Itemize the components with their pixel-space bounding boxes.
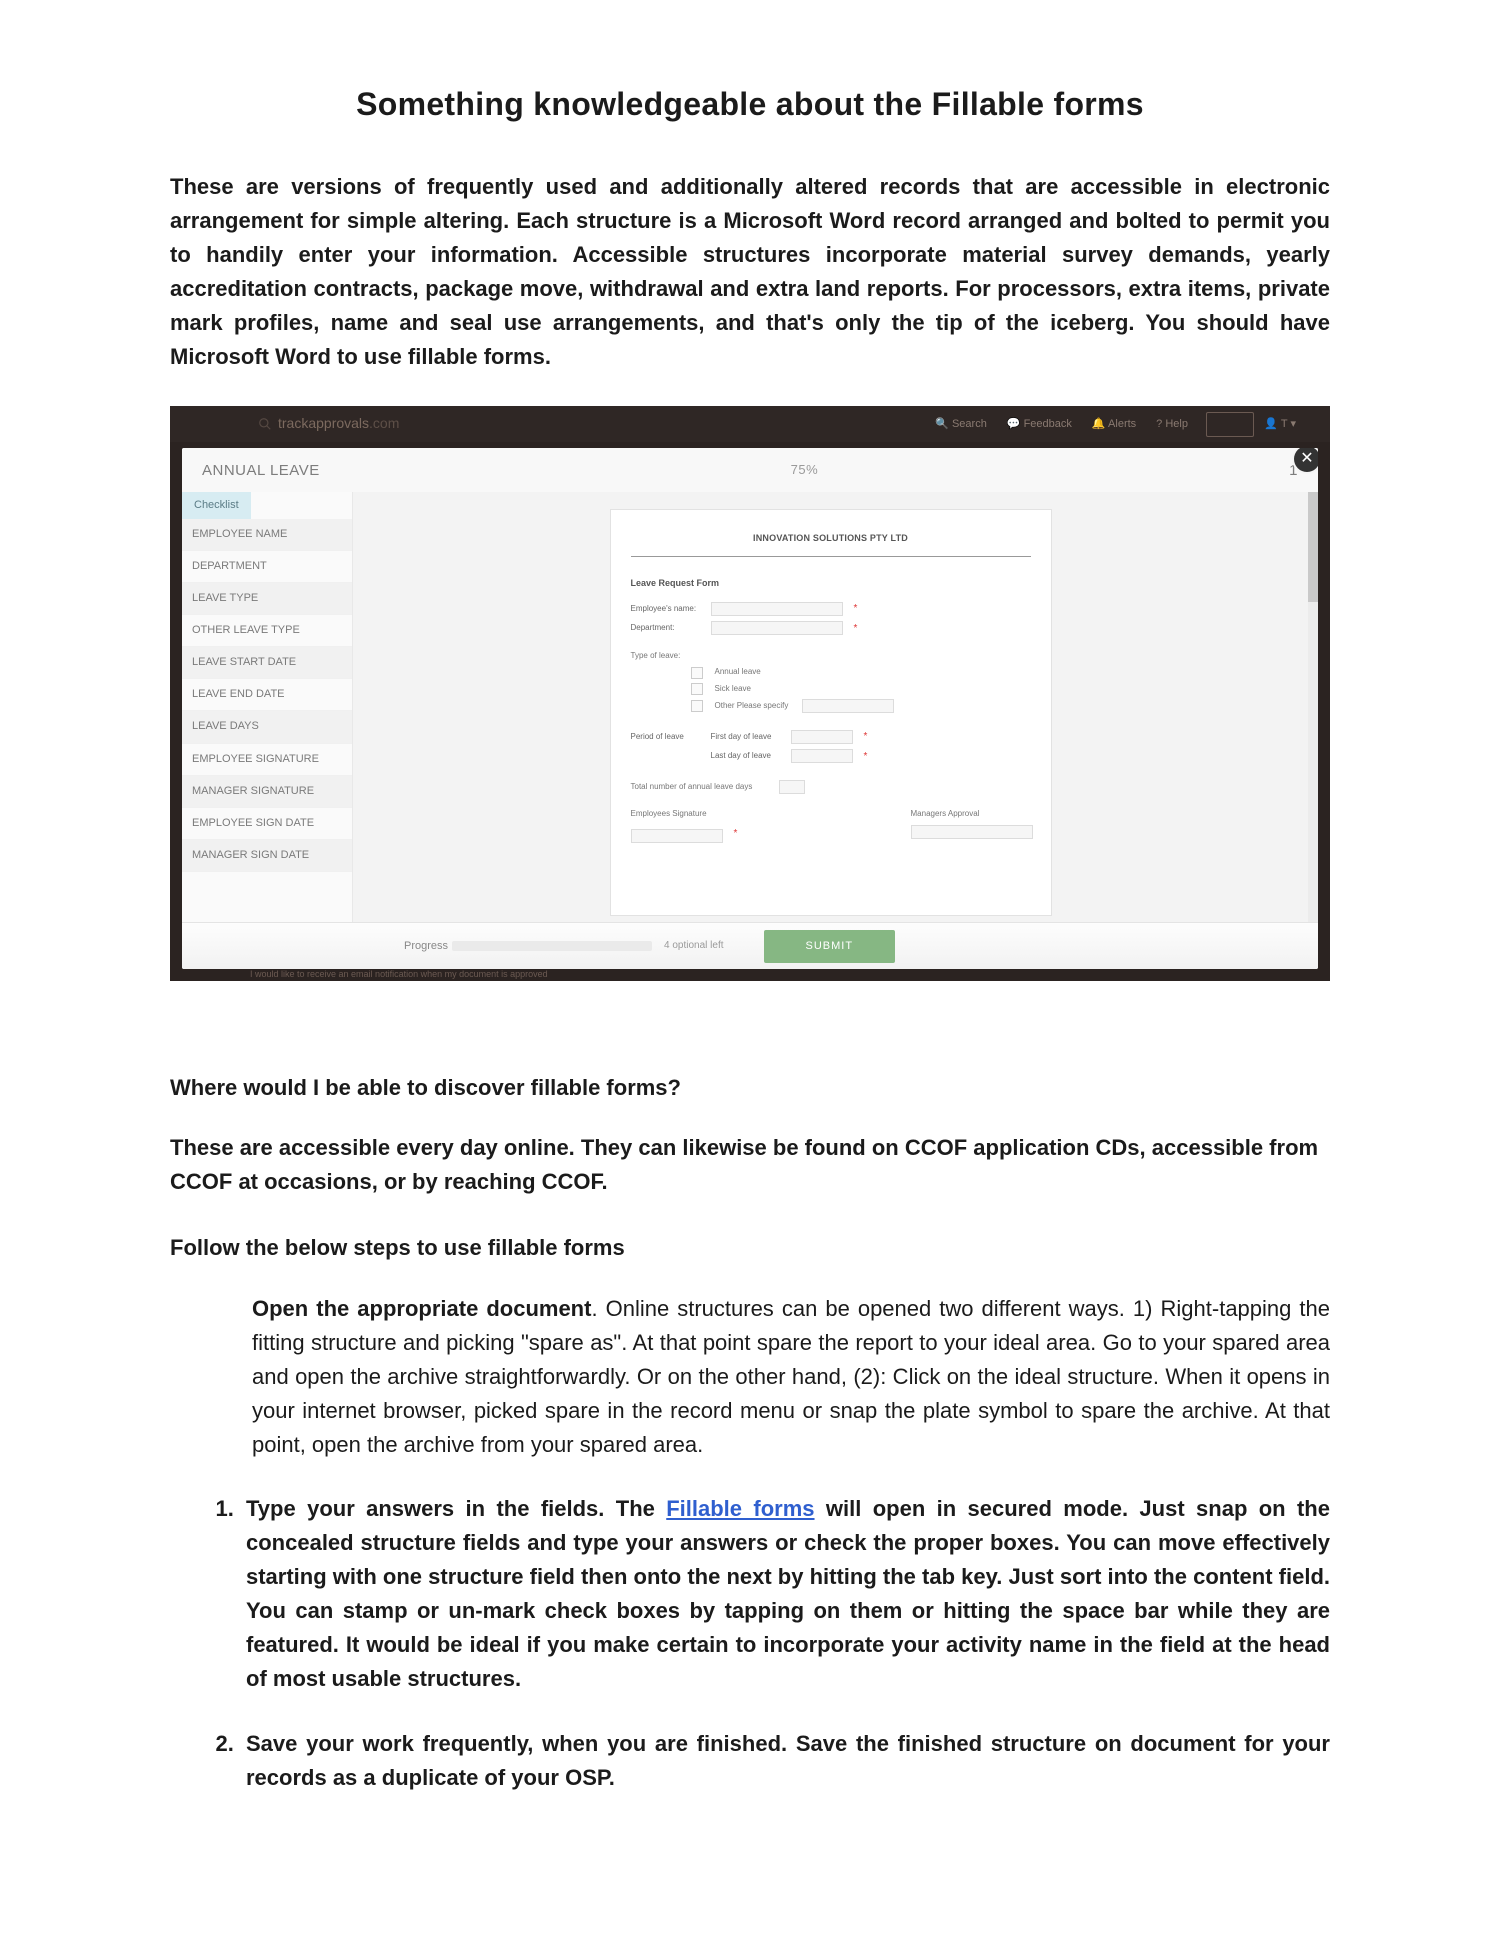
- step-type-answers: Type your answers in the fields. The Fil…: [240, 1492, 1330, 1697]
- input-first-day[interactable]: [791, 730, 853, 744]
- list-item[interactable]: LEAVE TYPE: [182, 583, 352, 615]
- list-item[interactable]: LEAVE START DATE: [182, 647, 352, 679]
- step-open-document: Open the appropriate document. Online st…: [246, 1292, 1330, 1462]
- step1-pre: The: [604, 1496, 666, 1521]
- checkbox-annual[interactable]: [691, 667, 703, 679]
- scrollbar[interactable]: [1308, 492, 1318, 923]
- submit-button[interactable]: SUBMIT: [764, 930, 896, 963]
- menu-search[interactable]: 🔍 Search: [935, 416, 987, 433]
- list-item[interactable]: DEPARTMENT: [182, 551, 352, 583]
- doc-form-title: Leave Request Form: [631, 577, 1031, 591]
- below-text: I would like to receive an email notific…: [250, 968, 548, 982]
- heading-follow: Follow the below steps to use fillable f…: [170, 1231, 1330, 1265]
- required-icon: *: [851, 601, 861, 617]
- menu-feedback[interactable]: 💬 Feedback: [1007, 416, 1072, 433]
- list-item[interactable]: EMPLOYEE SIGN DATE: [182, 808, 352, 840]
- fillable-forms-link[interactable]: Fillable forms: [666, 1496, 814, 1521]
- list-item[interactable]: MANAGER SIGNATURE: [182, 776, 352, 808]
- app-panel: ✕ ANNUAL LEAVE 75% 1 Checklist EMPLOYEE …: [182, 448, 1318, 969]
- list-item[interactable]: EMPLOYEE SIGNATURE: [182, 744, 352, 776]
- input-last-day[interactable]: [791, 749, 853, 763]
- checkbox-sick[interactable]: [691, 683, 703, 695]
- progress-bar: [452, 941, 652, 951]
- checklist-sidebar: Checklist EMPLOYEE NAME DEPARTMENT LEAVE…: [182, 492, 353, 923]
- input-other-specify[interactable]: [802, 699, 894, 713]
- progress-label: Progress: [404, 938, 448, 955]
- page-title: Something knowledgeable about the Fillab…: [170, 80, 1330, 130]
- intro-paragraph: These are versions of frequently used an…: [170, 170, 1330, 375]
- label-department: Department:: [631, 622, 703, 634]
- panel-percent: 75%: [320, 460, 1289, 480]
- list-item[interactable]: MANAGER SIGN DATE: [182, 840, 352, 872]
- fillable-document: INNOVATION SOLUTIONS PTY LTD Leave Reque…: [611, 510, 1051, 915]
- list-item[interactable]: EMPLOYEE NAME: [182, 519, 352, 551]
- list-item[interactable]: LEAVE END DATE: [182, 679, 352, 711]
- menu-alerts[interactable]: 🔔 Alerts: [1092, 416, 1136, 433]
- panel-header: ANNUAL LEAVE 75% 1: [182, 448, 1318, 493]
- app-topbar: trackapprovals.com 🔍 Search 💬 Feedback 🔔…: [170, 406, 1330, 442]
- input-manager-approval[interactable]: [911, 825, 1033, 839]
- label-manager-approval: Managers Approval: [911, 808, 1031, 820]
- panel-title: ANNUAL LEAVE: [202, 459, 320, 482]
- required-icon: *: [731, 826, 741, 842]
- app-brand: trackapprovals.com: [258, 413, 399, 435]
- option-other: Other Please specify: [715, 700, 789, 712]
- required-icon: *: [851, 621, 861, 637]
- doc-company: INNOVATION SOLUTIONS PTY LTD: [631, 526, 1031, 557]
- step1-strong: Type your answers in the fields.: [246, 1496, 604, 1521]
- step1-text: will open in secured mode. Just snap on …: [246, 1496, 1330, 1691]
- checklist-tab[interactable]: Checklist: [182, 492, 251, 519]
- input-employee-signature[interactable]: [631, 829, 723, 843]
- menu-user[interactable]: 👤 T ▾: [1264, 416, 1296, 433]
- checkbox-other[interactable]: [691, 700, 703, 712]
- menu-box[interactable]: [1206, 412, 1254, 437]
- list-item[interactable]: OTHER LEAVE TYPE: [182, 615, 352, 647]
- option-annual: Annual leave: [715, 666, 761, 678]
- search-icon: [258, 417, 272, 431]
- list-item[interactable]: LEAVE DAYS: [182, 711, 352, 743]
- optional-left: 4 optional left: [664, 938, 724, 954]
- input-department[interactable]: [711, 621, 843, 635]
- label-type-of-leave: Type of leave:: [631, 650, 1031, 662]
- label-total-days: Total number of annual leave days: [631, 781, 771, 793]
- brand-text: trackapprovals.com: [278, 413, 399, 435]
- input-total-days[interactable]: [779, 780, 805, 794]
- paragraph-where: These are accessible every day online. T…: [170, 1131, 1330, 1199]
- label-first-day: First day of leave: [711, 731, 783, 743]
- required-icon: *: [861, 729, 871, 745]
- input-employee-name[interactable]: [711, 602, 843, 616]
- required-icon: *: [861, 749, 871, 765]
- close-icon[interactable]: ✕: [1294, 448, 1318, 472]
- label-employee-name: Employee's name:: [631, 603, 703, 615]
- steps-list: Type your answers in the fields. The Fil…: [200, 1492, 1330, 1795]
- label-employee-signature: Employees Signature: [631, 808, 751, 820]
- step2-strong: Save your work frequently, when you are …: [246, 1731, 787, 1756]
- heading-where: Where would I be able to discover fillab…: [170, 1071, 1330, 1105]
- document-canvas: INNOVATION SOLUTIONS PTY LTD Leave Reque…: [353, 492, 1308, 923]
- panel-footer: Progress 4 optional left SUBMIT: [182, 922, 1318, 969]
- app-screenshot: trackapprovals.com 🔍 Search 💬 Feedback 🔔…: [170, 406, 1330, 981]
- option-sick: Sick leave: [715, 683, 751, 695]
- label-period: Period of leave: [631, 731, 703, 743]
- label-last-day: Last day of leave: [711, 750, 783, 762]
- step0-strong: Open the appropriate document: [252, 1296, 591, 1321]
- menu-help[interactable]: ? Help: [1156, 416, 1188, 433]
- step-save-work: Save your work frequently, when you are …: [240, 1727, 1330, 1795]
